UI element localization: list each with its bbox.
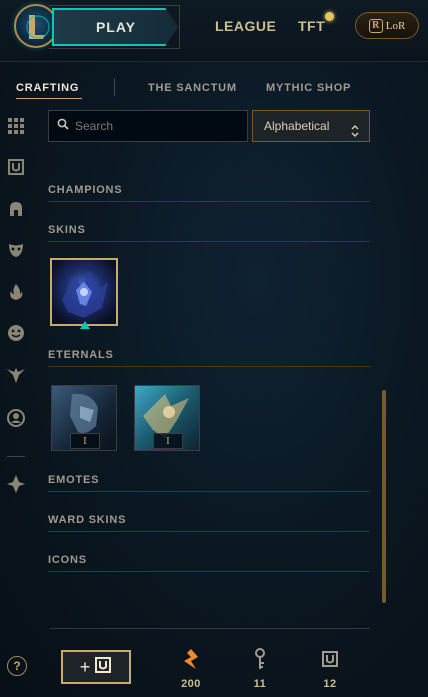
chest-counter: 12 bbox=[310, 646, 350, 690]
tab-the-sanctum[interactable]: THE SANCTUM bbox=[148, 82, 237, 94]
skin-tile[interactable] bbox=[50, 258, 118, 326]
tab-mythic-shop[interactable]: MYTHIC SHOP bbox=[266, 82, 351, 94]
lor-button-label: LoR bbox=[385, 19, 406, 32]
orange-essence-value: 200 bbox=[181, 678, 201, 690]
helmet-icon[interactable] bbox=[6, 199, 26, 219]
section-eternals[interactable]: ETERNALS bbox=[48, 349, 114, 361]
section-champions[interactable]: CHAMPIONS bbox=[48, 184, 122, 196]
search-icon bbox=[57, 117, 69, 135]
lor-r-icon: R bbox=[368, 18, 383, 33]
search-input[interactable] bbox=[75, 119, 235, 133]
help-button[interactable]: ? bbox=[7, 656, 27, 676]
orange-essence-counter: 200 bbox=[171, 646, 211, 690]
grid-icon[interactable] bbox=[6, 116, 26, 136]
loot-subtabs: CRAFTING THE SANCTUM MYTHIC SHOP bbox=[0, 62, 428, 102]
key-counter: 11 bbox=[240, 646, 280, 690]
sort-dropdown[interactable]: Alphabetical bbox=[252, 110, 370, 142]
chest-icon bbox=[310, 646, 350, 672]
ward-icon[interactable] bbox=[6, 365, 26, 385]
section-divider bbox=[48, 571, 370, 572]
add-chest-button[interactable]: + bbox=[61, 650, 131, 684]
section-divider bbox=[48, 201, 370, 202]
eternal-tile[interactable]: I bbox=[51, 385, 117, 451]
section-divider bbox=[48, 531, 370, 532]
tft-notification-dot bbox=[325, 12, 334, 21]
mask-icon[interactable] bbox=[6, 240, 26, 260]
flame-icon[interactable] bbox=[6, 282, 26, 302]
section-divider bbox=[48, 491, 370, 492]
nav-tft-link[interactable]: TFT bbox=[298, 18, 325, 34]
play-button-label: PLAY bbox=[95, 19, 137, 35]
section-emotes[interactable]: EMOTES bbox=[48, 474, 99, 486]
section-skins[interactable]: SKINS bbox=[48, 224, 86, 236]
key-value: 11 bbox=[253, 678, 267, 690]
chest-icon bbox=[94, 656, 112, 679]
lor-button[interactable]: R LoR bbox=[355, 12, 419, 39]
loot-icon[interactable] bbox=[6, 474, 26, 494]
eternal-series-badge: I bbox=[153, 433, 183, 449]
nav-league-link[interactable]: LEAGUE bbox=[215, 18, 276, 34]
up-down-chevron-icon bbox=[351, 119, 359, 149]
bottom-divider bbox=[50, 628, 370, 629]
emote-icon[interactable] bbox=[6, 323, 26, 343]
tab-crafting[interactable]: CRAFTING bbox=[16, 82, 79, 94]
eternal-series-badge: I bbox=[70, 433, 100, 449]
skin-art-image bbox=[52, 260, 116, 324]
search-box[interactable] bbox=[48, 110, 248, 142]
sidebar-divider bbox=[7, 456, 25, 457]
chest-icon[interactable] bbox=[6, 157, 26, 177]
app-window: PLAY LEAGUE TFT R LoR CRAFTING THE SANCT… bbox=[0, 0, 428, 697]
scrollbar-thumb[interactable] bbox=[382, 390, 386, 603]
profile-icon[interactable] bbox=[6, 408, 26, 428]
loot-category-sidebar bbox=[0, 108, 34, 697]
section-divider bbox=[48, 241, 370, 242]
section-divider bbox=[48, 366, 370, 367]
key-icon bbox=[240, 646, 280, 672]
section-ward-skins[interactable]: WARD SKINS bbox=[48, 514, 126, 526]
orange-essence-icon bbox=[171, 646, 211, 672]
play-button[interactable]: PLAY bbox=[52, 8, 178, 46]
section-icons[interactable]: ICONS bbox=[48, 554, 87, 566]
top-navigation-bar: PLAY LEAGUE TFT R LoR bbox=[0, 0, 428, 62]
plus-symbol: + bbox=[79, 656, 91, 677]
sort-dropdown-value: Alphabetical bbox=[264, 119, 330, 133]
chest-value: 12 bbox=[323, 678, 337, 690]
active-tab-underline bbox=[16, 98, 82, 99]
eternal-tile[interactable]: I bbox=[134, 385, 200, 451]
tab-separator bbox=[114, 78, 115, 96]
selected-item-indicator bbox=[80, 321, 90, 329]
